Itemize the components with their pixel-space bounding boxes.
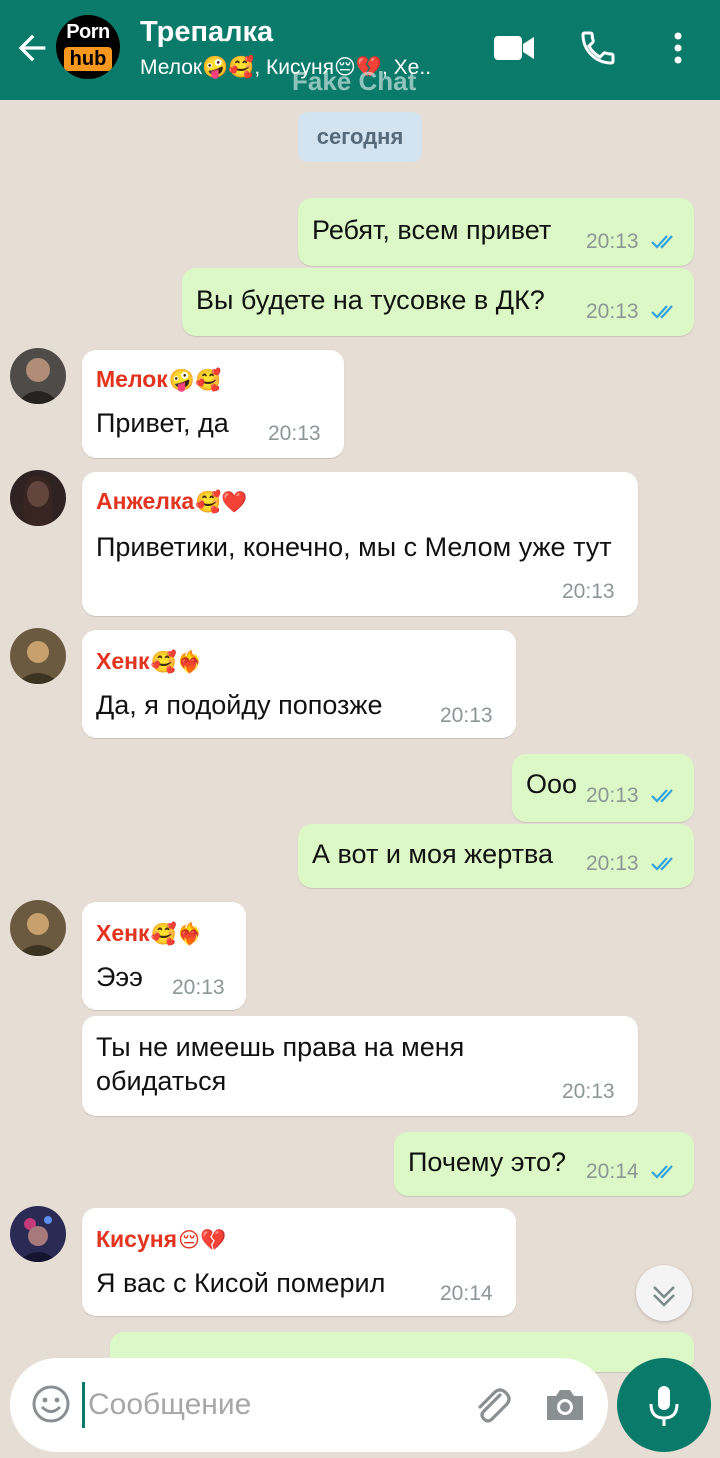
message-time: 20:13: [268, 422, 321, 445]
sender-name: Кисуня😔💔: [96, 1226, 227, 1252]
message-text: Почему это?: [408, 1147, 567, 1177]
mic-button[interactable]: [617, 1358, 711, 1452]
message-time: 20:13: [586, 784, 639, 807]
group-avatar[interactable]: Porn hub: [56, 15, 120, 79]
double-check-icon: [651, 305, 673, 319]
sender-emoji: 🥰❤️: [195, 491, 248, 514]
outgoing-message[interactable]: Ребят, всем привет 20:13: [298, 198, 694, 266]
sender-name: Хенк🥰❤️‍🔥: [96, 920, 203, 946]
outgoing-message[interactable]: Почему это? 20:14: [394, 1132, 694, 1196]
double-check-icon: [651, 1165, 673, 1179]
video-call-icon[interactable]: [492, 28, 536, 68]
phone-icon[interactable]: [576, 28, 620, 68]
outgoing-message[interactable]: А вот и моя жертва 20:13: [298, 824, 694, 888]
chevron-down-icon: [653, 1286, 675, 1307]
text-cursor: [82, 1382, 85, 1428]
attach-icon[interactable]: [470, 1383, 516, 1429]
logo-bottom-text: hub: [64, 47, 112, 71]
avatar-melok[interactable]: [10, 348, 66, 404]
message-text: Ооо: [526, 769, 578, 799]
message-composer: [10, 1358, 608, 1452]
emoji-icon[interactable]: [30, 1383, 72, 1425]
scroll-down-button[interactable]: [636, 1265, 692, 1321]
message-text: Приветики, конечно, мы с Мелом уже тут: [96, 532, 612, 562]
double-check-icon: [651, 857, 673, 871]
double-check-icon: [651, 789, 673, 803]
message-text: Да, я подойду попозже: [96, 690, 383, 720]
mic-icon: [649, 1386, 679, 1426]
chat-header: Porn hub Трепалка Мелок🤪🥰, Кисуня😔💔, Хе.…: [0, 0, 720, 100]
sender-emoji: 🥰❤️‍🔥: [150, 923, 203, 946]
message-time: 20:14: [586, 1160, 639, 1183]
message-input[interactable]: [88, 1382, 468, 1428]
logo-top-text: Porn: [66, 21, 110, 43]
incoming-message[interactable]: Кисуня😔💔 Я вас с Кисой померил 20:14: [82, 1208, 516, 1316]
message-time: 20:13: [562, 1080, 615, 1103]
outgoing-message[interactable]: Ооо 20:13: [512, 754, 694, 822]
sender-name: Мелок🤪🥰: [96, 366, 222, 392]
avatar-anzhelka[interactable]: [10, 470, 66, 526]
double-check-icon: [651, 235, 673, 249]
date-chip: сегодня: [298, 112, 422, 162]
avatar-henk[interactable]: [10, 900, 66, 956]
watermark: Fake Chat: [292, 66, 417, 96]
sender-name: Хенк🥰❤️‍🔥: [96, 648, 203, 674]
message-time: 20:13: [172, 976, 225, 999]
back-arrow-icon[interactable]: [12, 28, 52, 68]
message-text: Ты не имеешь права на меня обидаться: [96, 1032, 465, 1096]
message-time: 20:13: [562, 580, 615, 603]
sender-emoji: 🤪🥰: [168, 369, 222, 392]
incoming-message[interactable]: Ты не имеешь права на меня обидаться 20:…: [82, 1016, 638, 1116]
message-text: Я вас с Кисой померил: [96, 1268, 386, 1298]
sender-emoji: 🥰❤️‍🔥: [150, 651, 203, 674]
incoming-message[interactable]: Хенк🥰❤️‍🔥 Эээ 20:13: [82, 902, 246, 1010]
message-time: 20:13: [586, 852, 639, 875]
message-time: 20:13: [586, 230, 639, 253]
message-text: Привет, да: [96, 408, 229, 438]
camera-icon[interactable]: [543, 1386, 587, 1424]
sender-name: Анжелка🥰❤️: [96, 488, 248, 514]
avatar-kisunya[interactable]: [10, 1206, 66, 1262]
message-time: 20:13: [586, 300, 639, 323]
message-time: 20:14: [440, 1282, 493, 1305]
message-text: Ребят, всем привет: [312, 215, 552, 245]
avatar-henk[interactable]: [10, 628, 66, 684]
message-text: Вы будете на тусовке в ДК?: [196, 285, 545, 315]
outgoing-message[interactable]: Вы будете на тусовке в ДК? 20:13: [182, 268, 694, 336]
message-text: А вот и моя жертва: [312, 839, 554, 869]
incoming-message[interactable]: Хенк🥰❤️‍🔥 Да, я подойду попозже 20:13: [82, 630, 516, 738]
chat-title[interactable]: Трепалка: [140, 16, 273, 49]
incoming-message[interactable]: Мелок🤪🥰 Привет, да 20:13: [82, 350, 344, 458]
message-time: 20:13: [440, 704, 493, 727]
more-vert-icon[interactable]: [660, 28, 696, 68]
incoming-message[interactable]: Анжелка🥰❤️ Приветики, конечно, мы с Мело…: [82, 472, 638, 616]
message-text: Эээ: [96, 962, 143, 992]
sender-emoji: 😔💔: [178, 1229, 227, 1252]
